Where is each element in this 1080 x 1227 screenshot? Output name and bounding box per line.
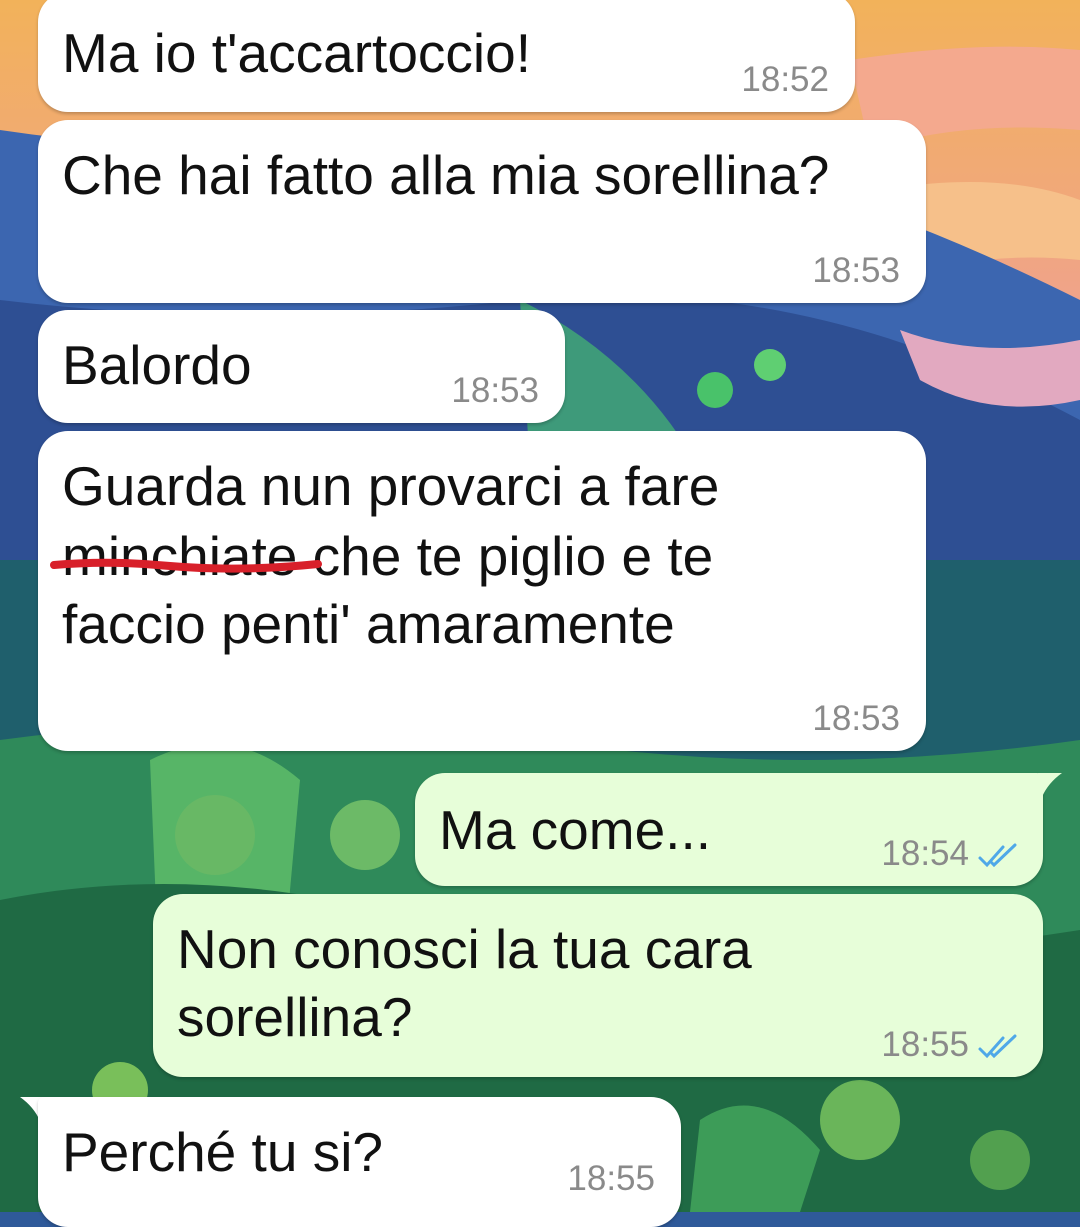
message-text: Che hai fatto alla mia sorellina?	[62, 144, 830, 206]
message-meta: 18:55	[881, 1025, 1021, 1065]
message-bubble-incoming[interactable]: Ma io t'accartoccio! 18:52	[38, 0, 855, 112]
red-scribble-annotation	[50, 558, 322, 573]
message-text-line: faccio penti' amaramente	[62, 593, 675, 655]
message-text: Balordo	[62, 334, 252, 396]
message-timestamp: 18:52	[741, 60, 829, 99]
double-check-read-icon	[978, 843, 1017, 867]
message-bubble-incoming[interactable]: Balordo 18:53	[38, 310, 565, 423]
message-timestamp: 18:54	[881, 834, 969, 873]
message-bubble-incoming[interactable]: Guarda nun provarci a fare minchiate che…	[38, 431, 926, 751]
message-timestamp: 18:55	[881, 1025, 969, 1064]
message-timestamp: 18:53	[812, 251, 900, 290]
message-text: Perché tu si?	[62, 1121, 384, 1183]
message-text-line: Non conosci la tua cara	[177, 918, 752, 980]
message-timestamp: 18:53	[812, 699, 900, 738]
double-check-read-icon	[978, 1034, 1017, 1058]
message-bubble-incoming[interactable]: Che hai fatto alla mia sorellina? 18:53	[38, 120, 926, 303]
message-bubble-outgoing[interactable]: Non conosci la tua cara sorellina? 18:55	[153, 894, 1043, 1077]
message-text: Ma come...	[439, 799, 712, 861]
message-text: Ma io t'accartoccio!	[62, 22, 532, 84]
message-text-line: sorellina?	[177, 986, 413, 1048]
bubble-tail-outgoing	[1038, 773, 1062, 797]
message-bubble-outgoing[interactable]: Ma come... 18:54	[415, 773, 1043, 886]
message-meta: 18:54	[881, 834, 1021, 874]
message-text-line: Guarda nun provarci a fare	[62, 455, 720, 517]
message-timestamp: 18:53	[451, 371, 539, 410]
message-timestamp: 18:55	[567, 1159, 655, 1198]
message-bubble-incoming[interactable]: Perché tu si? 18:55	[38, 1097, 681, 1227]
